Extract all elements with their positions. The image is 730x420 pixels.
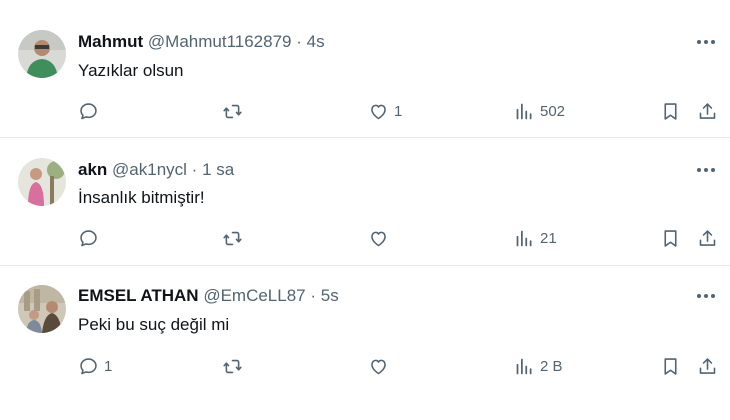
- like-count: 1: [394, 102, 403, 120]
- reply-icon: [80, 102, 97, 119]
- separator-dot: ·: [296, 32, 302, 51]
- timestamp[interactable]: 5s: [321, 286, 339, 305]
- user-handle[interactable]: @ak1nycl: [112, 160, 187, 179]
- bookmark-button[interactable]: [660, 354, 681, 378]
- share-button[interactable]: [697, 226, 718, 250]
- tweet[interactable]: akn @ak1nycl · 1 sa İnsanlık bitmiştir!: [0, 138, 730, 266]
- tweet-text: Yazıklar olsun: [78, 61, 184, 80]
- views-icon: [516, 103, 532, 119]
- reply-feed: Mahmut @Mahmut1162879 · 4s Yazıklar olsu…: [0, 0, 730, 420]
- retweet-icon: [223, 359, 242, 373]
- tweet[interactable]: EMSEL ATHAN @EmCeLL87 · 5s Peki bu suç d…: [0, 266, 730, 420]
- like-icon: [371, 359, 386, 374]
- retweet-icon: [223, 104, 242, 118]
- reply-button[interactable]: 1: [78, 354, 112, 378]
- views-count: 2 B: [540, 357, 563, 375]
- views-icon: [516, 358, 532, 374]
- tweet-actions: 21: [0, 226, 730, 250]
- user-name[interactable]: akn: [78, 160, 107, 179]
- tweet-text: İnsanlık bitmiştir!: [78, 188, 205, 207]
- reply-button[interactable]: [78, 99, 104, 123]
- bookmark-button[interactable]: [660, 226, 681, 250]
- views-icon: [516, 230, 532, 246]
- share-icon: [699, 357, 716, 374]
- views-button[interactable]: 21: [514, 226, 557, 250]
- bookmark-icon: [664, 102, 677, 120]
- tweet-text: Peki bu suç değil mi: [78, 315, 230, 334]
- views-count: 21: [540, 229, 557, 247]
- views-button[interactable]: 2 B: [514, 354, 563, 378]
- retweet-button[interactable]: [222, 99, 248, 123]
- share-icon: [699, 229, 716, 246]
- tweet-actions: 1 2 B: [0, 354, 730, 378]
- reply-button[interactable]: [78, 226, 104, 250]
- like-icon: [371, 104, 386, 119]
- retweet-button[interactable]: [222, 354, 248, 378]
- reply-icon: [80, 229, 97, 246]
- avatar[interactable]: [18, 30, 66, 78]
- avatar[interactable]: [18, 158, 66, 206]
- retweet-icon: [223, 231, 242, 245]
- share-button[interactable]: [697, 354, 718, 378]
- more-icon[interactable]: [694, 31, 718, 53]
- views-button[interactable]: 502: [514, 99, 565, 123]
- retweet-button[interactable]: [222, 226, 248, 250]
- tweet-header: akn @ak1nycl · 1 sa: [78, 159, 234, 181]
- like-button[interactable]: 1: [368, 99, 402, 123]
- user-handle[interactable]: @EmCeLL87: [203, 286, 305, 305]
- separator-dot: ·: [191, 160, 198, 179]
- bookmark-icon: [664, 229, 677, 247]
- like-button[interactable]: [368, 354, 394, 378]
- user-handle[interactable]: @Mahmut1162879: [148, 32, 292, 51]
- tweet-actions: 1 502: [0, 99, 730, 123]
- tweet[interactable]: Mahmut @Mahmut1162879 · 4s Yazıklar olsu…: [0, 0, 730, 138]
- views-count: 502: [540, 102, 566, 120]
- reply-icon: [80, 357, 97, 374]
- user-name[interactable]: EMSEL ATHAN: [78, 286, 199, 305]
- share-button[interactable]: [697, 99, 718, 123]
- like-button[interactable]: [368, 226, 394, 250]
- share-icon: [699, 102, 716, 119]
- bookmark-button[interactable]: [660, 99, 681, 123]
- tweet-header: EMSEL ATHAN @EmCeLL87 · 5s: [78, 285, 339, 307]
- timestamp[interactable]: 1 sa: [202, 160, 234, 179]
- like-icon: [371, 231, 386, 246]
- user-name[interactable]: Mahmut: [78, 32, 143, 51]
- more-icon[interactable]: [694, 285, 718, 307]
- timestamp[interactable]: 4s: [307, 32, 325, 51]
- avatar[interactable]: [18, 285, 66, 333]
- separator-dot: ·: [310, 286, 317, 305]
- more-icon[interactable]: [694, 159, 718, 181]
- tweet-header: Mahmut @Mahmut1162879 · 4s: [78, 31, 325, 53]
- reply-count: 1: [104, 357, 113, 375]
- bookmark-icon: [664, 357, 677, 375]
